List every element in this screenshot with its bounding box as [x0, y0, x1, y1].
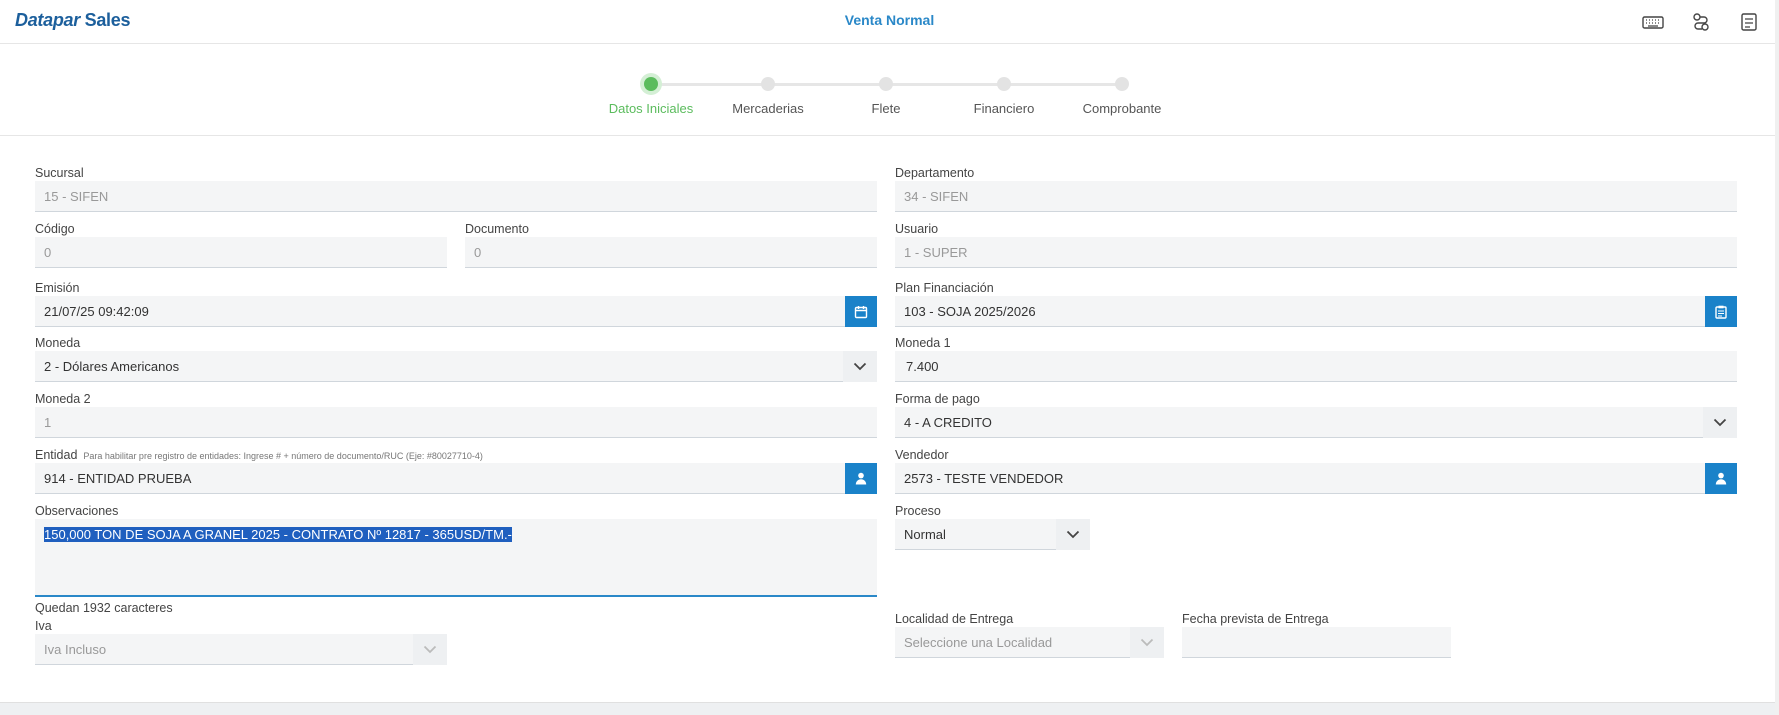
footer-bar [0, 702, 1779, 715]
plan-financiacion-label: Plan Financiación [895, 281, 994, 295]
usuario-value: 1 - SUPER [904, 244, 968, 260]
proceso-value: Normal [904, 526, 946, 542]
chevron-down-icon[interactable] [1703, 407, 1737, 438]
emision-label: Emisión [35, 281, 80, 295]
step-label: Financiero [973, 101, 1035, 116]
step-flete[interactable]: Flete [831, 75, 941, 116]
step-mercaderias[interactable]: Mercaderias [713, 75, 823, 116]
emision-field[interactable]: 21/07/25 09:42:09 [35, 296, 877, 327]
observaciones-label: Observaciones [35, 504, 119, 518]
usuario-field: 1 - SUPER [895, 237, 1737, 268]
codigo-value: 0 [44, 244, 52, 260]
vendedor-label: Vendedor [895, 448, 949, 462]
sucursal-label: Sucursal [35, 166, 84, 180]
sucursal-field: 15 - SIFEN [35, 181, 877, 212]
user-icon [855, 472, 867, 485]
documento-label: Documento [465, 222, 529, 236]
chevron-down-icon[interactable] [843, 351, 877, 382]
plan-financiacion-value: 103 - SOJA 2025/2026 [904, 303, 1036, 319]
moneda1-label: Moneda 1 [895, 336, 951, 350]
route-icon[interactable] [1687, 8, 1715, 36]
step-financiero[interactable]: Financiero [949, 75, 1059, 116]
header-actions [1639, 8, 1779, 36]
documento-value: 0 [474, 244, 482, 260]
codigo-field: 0 [35, 237, 447, 268]
step-dot [644, 77, 658, 91]
proceso-label: Proceso [895, 504, 941, 518]
document-icon[interactable] [1735, 8, 1763, 36]
moneda2-label: Moneda 2 [35, 392, 91, 406]
wizard-stepper: Datos Iniciales Mercaderias Flete Financ… [0, 44, 1779, 136]
moneda1-field[interactable]: 7.400 [895, 351, 1737, 382]
entidad-value: 914 - ENTIDAD PRUEBA [44, 470, 192, 486]
user-icon [1715, 472, 1727, 485]
departamento-field: 34 - SIFEN [895, 181, 1737, 212]
step-label: Mercaderias [732, 101, 804, 116]
iva-select: Iva Incluso [35, 634, 447, 665]
entidad-field[interactable]: 914 - ENTIDAD PRUEBA [35, 463, 877, 494]
clipboard-icon [1715, 305, 1727, 319]
entidad-label-text: Entidad [35, 448, 78, 462]
calendar-button[interactable] [845, 296, 877, 327]
departamento-label: Departamento [895, 166, 975, 180]
entidad-search-button[interactable] [845, 463, 877, 494]
entidad-hint: Para habilitar pre registro de entidades… [83, 451, 483, 461]
usuario-label: Usuario [895, 222, 939, 236]
vendedor-field[interactable]: 2573 - TESTE VENDEDOR [895, 463, 1737, 494]
step-dot [761, 77, 775, 91]
sucursal-value: 15 - SIFEN [44, 188, 109, 204]
fecha-entrega-label: Fecha prevista de Entrega [1182, 612, 1329, 626]
plan-financiacion-field[interactable]: 103 - SOJA 2025/2026 [895, 296, 1737, 327]
vendedor-search-button[interactable] [1705, 463, 1737, 494]
scrollbar[interactable] [1775, 0, 1779, 715]
step-label: Datos Iniciales [608, 101, 694, 116]
step-label: Comprobante [1082, 101, 1162, 116]
char-counter: Quedan 1932 caracteres [35, 601, 173, 615]
localidad-label: Localidad de Entrega [895, 612, 1014, 626]
forma-pago-value: 4 - A CREDITO [904, 414, 992, 430]
forma-pago-select[interactable]: 4 - A CREDITO [895, 407, 1737, 438]
step-datos-iniciales[interactable]: Datos Iniciales [596, 75, 706, 116]
departamento-value: 34 - SIFEN [904, 188, 969, 204]
plan-financiacion-button[interactable] [1705, 296, 1737, 327]
step-dot [879, 77, 893, 91]
fecha-entrega-field[interactable] [1182, 627, 1451, 658]
iva-label: Iva [35, 619, 52, 633]
entidad-label: Entidad Para habilitar pre registro de en… [35, 448, 483, 462]
chevron-down-icon[interactable] [1130, 627, 1164, 658]
chevron-down-icon[interactable] [1056, 519, 1090, 550]
iva-value: Iva Incluso [44, 641, 107, 657]
keyboard-icon[interactable] [1639, 8, 1667, 36]
chevron-down-icon [413, 634, 447, 665]
moneda-select[interactable]: 2 - Dólares Americanos [35, 351, 877, 382]
localidad-placeholder: Seleccione una Localidad [904, 634, 1053, 650]
step-dot [1115, 77, 1129, 91]
step-label: Flete [871, 101, 901, 116]
top-bar: Datapar Sales Venta Normal [0, 0, 1779, 44]
moneda2-value: 1 [44, 414, 52, 430]
documento-field: 0 [465, 237, 877, 268]
codigo-label: Código [35, 222, 75, 236]
moneda1-value: 7.400 [906, 358, 939, 374]
forma-pago-label: Forma de pago [895, 392, 980, 406]
moneda-label: Moneda [35, 336, 81, 350]
emision-value: 21/07/25 09:42:09 [44, 303, 149, 319]
calendar-icon [854, 305, 868, 318]
moneda2-field: 1 [35, 407, 877, 438]
step-dot [997, 77, 1011, 91]
moneda-value: 2 - Dólares Americanos [44, 358, 180, 374]
vendedor-value: 2573 - TESTE VENDEDOR [904, 470, 1064, 486]
page-title: Venta Normal [844, 12, 935, 28]
observaciones-textarea[interactable]: 150,000 TON DE SOJA A GRANEL 2025 - CONT… [35, 519, 877, 597]
observaciones-value: 150,000 TON DE SOJA A GRANEL 2025 - CONT… [44, 527, 512, 542]
step-comprobante[interactable]: Comprobante [1067, 75, 1177, 116]
proceso-select[interactable]: Normal [895, 519, 1090, 550]
localidad-select[interactable]: Seleccione una Localidad [895, 627, 1164, 658]
